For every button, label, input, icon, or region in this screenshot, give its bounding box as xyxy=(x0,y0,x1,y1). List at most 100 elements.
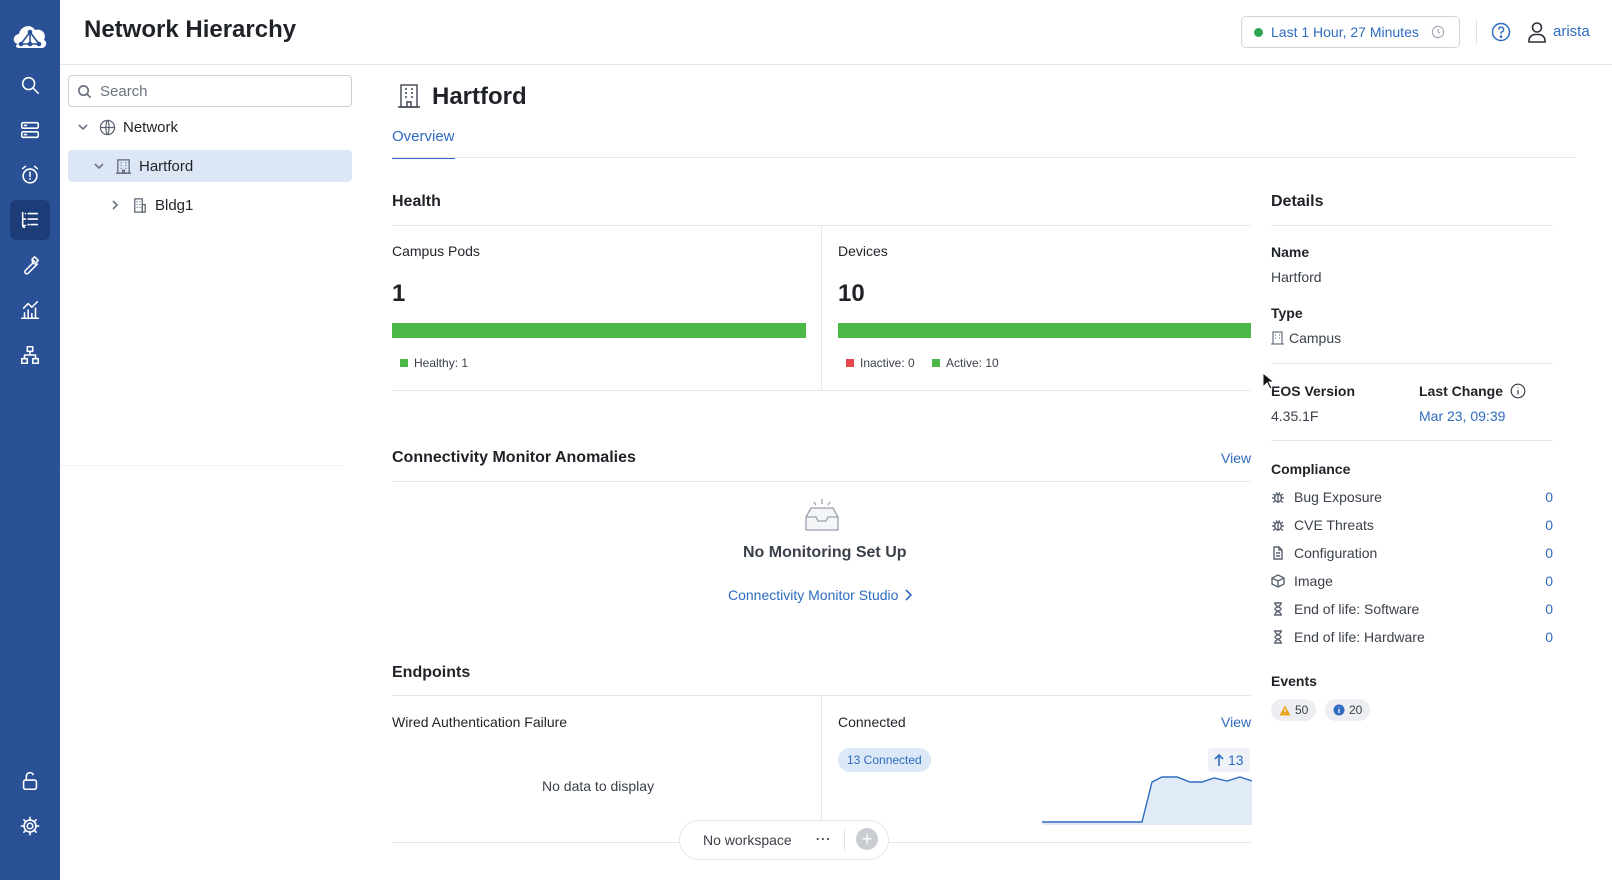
tree-search-input[interactable] xyxy=(100,82,330,100)
connected-view-link[interactable]: View xyxy=(1221,714,1251,730)
compliance-eol-hardware[interactable]: End of life: Hardware 0 xyxy=(1271,625,1553,649)
site-title: Hartford xyxy=(432,83,527,110)
chevron-right-icon xyxy=(905,589,913,601)
search-icon xyxy=(78,84,92,98)
divider xyxy=(1271,225,1553,226)
legend-label: Active: 10 xyxy=(946,356,999,370)
tab-overview[interactable]: Overview xyxy=(392,128,455,159)
events-label: Events xyxy=(1271,673,1317,689)
legend-swatch xyxy=(846,359,854,367)
chevron-down-icon[interactable] xyxy=(76,120,90,134)
devices-label: Devices xyxy=(838,243,888,259)
time-range-selector[interactable]: Last 1 Hour, 27 Minutes xyxy=(1241,16,1460,48)
devices-legend-active: Active: 10 xyxy=(932,356,999,370)
compliance-count[interactable]: 0 xyxy=(1545,517,1553,533)
arrow-up-icon xyxy=(1214,753,1224,766)
events-warning-pill[interactable]: 50 xyxy=(1271,699,1317,721)
dashboards-icon xyxy=(20,300,40,320)
compliance-count[interactable]: 0 xyxy=(1545,545,1553,561)
connected-sparkline[interactable] xyxy=(1042,770,1252,825)
user-icon[interactable] xyxy=(1527,21,1547,43)
tree-search-box[interactable] xyxy=(68,75,352,107)
settings-icon xyxy=(20,816,40,836)
campus-building-icon xyxy=(398,84,420,108)
last-change-value[interactable]: Mar 23, 09:39 xyxy=(1419,408,1505,424)
devices-health-bar[interactable] xyxy=(838,323,1251,338)
compliance-cve-threats[interactable]: CVE Threats 0 xyxy=(1271,513,1553,537)
add-workspace-icon[interactable]: + xyxy=(856,828,878,850)
compliance-count[interactable]: 0 xyxy=(1545,489,1553,505)
search-icon xyxy=(21,76,40,95)
lock-icon xyxy=(22,771,38,791)
connectivity-studio-link[interactable]: Connectivity Monitor Studio xyxy=(728,587,913,603)
compliance-eol-software[interactable]: End of life: Software 0 xyxy=(1271,597,1553,621)
compliance-configuration[interactable]: Configuration 0 xyxy=(1271,541,1553,565)
more-options-icon[interactable]: ⋯ xyxy=(815,829,832,849)
campus-pods-health-bar[interactable] xyxy=(392,323,806,338)
eos-version-value: 4.35.1F xyxy=(1271,408,1319,424)
name-label: Name xyxy=(1271,244,1310,260)
legend-swatch xyxy=(400,359,408,367)
divider xyxy=(392,481,1251,482)
settings-nav-button[interactable] xyxy=(10,806,50,846)
events-info-pill[interactable]: 20 xyxy=(1325,699,1371,721)
hierarchy-tree-panel: Network Hartford Bldg1 xyxy=(60,65,360,880)
tree-node-bldg1[interactable]: Bldg1 xyxy=(68,189,352,221)
help-icon[interactable] xyxy=(1491,22,1511,42)
campus-building-icon xyxy=(115,158,132,174)
lock-nav-button[interactable] xyxy=(10,761,50,801)
live-status-dot xyxy=(1254,27,1263,37)
compliance-label: Bug Exposure xyxy=(1294,489,1382,505)
connected-count-badge: 13 Connected xyxy=(838,748,931,772)
inventory-nav-button[interactable] xyxy=(10,110,50,150)
inventory-icon xyxy=(20,121,40,139)
compliance-bug-exposure[interactable]: Bug Exposure 0 xyxy=(1271,485,1553,509)
workspace-divider xyxy=(844,829,845,851)
divider xyxy=(1271,440,1553,441)
cloudvision-logo-icon[interactable] xyxy=(9,18,51,54)
network-hierarchy-nav-button[interactable] xyxy=(10,200,50,240)
empty-inbox-icon xyxy=(805,499,839,531)
type-value-label: Campus xyxy=(1289,330,1342,346)
tree-node-label: Bldg1 xyxy=(155,196,194,214)
studio-link-label: Connectivity Monitor Studio xyxy=(728,587,899,603)
compliance-count[interactable]: 0 xyxy=(1545,601,1553,617)
eos-version-label: EOS Version xyxy=(1271,383,1356,399)
workspace-bar[interactable]: No workspace ⋯ + xyxy=(679,820,889,860)
connectivity-view-link[interactable]: View xyxy=(1221,450,1251,466)
compliance-label: Configuration xyxy=(1294,545,1378,561)
search-nav-button[interactable] xyxy=(10,65,50,105)
tree-node-label: Network xyxy=(123,118,179,136)
compliance-count[interactable]: 0 xyxy=(1545,573,1553,589)
tree-node-hartford[interactable]: Hartford xyxy=(68,150,352,182)
events-nav-button[interactable] xyxy=(10,155,50,195)
chevron-down-icon[interactable] xyxy=(92,159,106,173)
campus-pods-label: Campus Pods xyxy=(392,243,480,259)
compliance-label: CVE Threats xyxy=(1294,517,1374,533)
legend-label: Healthy: 1 xyxy=(414,356,469,370)
provisioning-nav-button[interactable] xyxy=(10,245,50,285)
dashboards-nav-button[interactable] xyxy=(10,290,50,330)
compliance-image[interactable]: Image 0 xyxy=(1271,569,1553,593)
connected-label: Connected xyxy=(838,714,906,730)
mouse-cursor-icon xyxy=(1262,372,1274,390)
workspace-label: No workspace xyxy=(703,832,792,848)
tree-divider xyxy=(60,465,344,466)
bug-icon xyxy=(1272,520,1284,532)
info-count: 20 xyxy=(1349,703,1363,717)
tree-node-network[interactable]: Network xyxy=(68,111,352,143)
globe-icon xyxy=(99,119,116,135)
header-divider xyxy=(1476,20,1477,44)
compliance-count[interactable]: 0 xyxy=(1545,629,1553,645)
info-icon[interactable] xyxy=(1510,383,1526,399)
last-change-label: Last Change xyxy=(1419,383,1504,399)
cube-icon xyxy=(1271,574,1285,588)
left-nav-rail xyxy=(0,0,60,880)
pods-legend-healthy: Healthy: 1 xyxy=(400,356,468,370)
top-header: Network Hierarchy Last 1 Hour, 27 Minute… xyxy=(60,0,1612,65)
user-menu-name[interactable]: arista xyxy=(1553,23,1590,40)
chevron-right-icon[interactable] xyxy=(108,198,122,212)
hourglass-icon xyxy=(1274,602,1282,616)
topology-nav-button[interactable] xyxy=(10,335,50,375)
compliance-label: Image xyxy=(1294,573,1333,589)
